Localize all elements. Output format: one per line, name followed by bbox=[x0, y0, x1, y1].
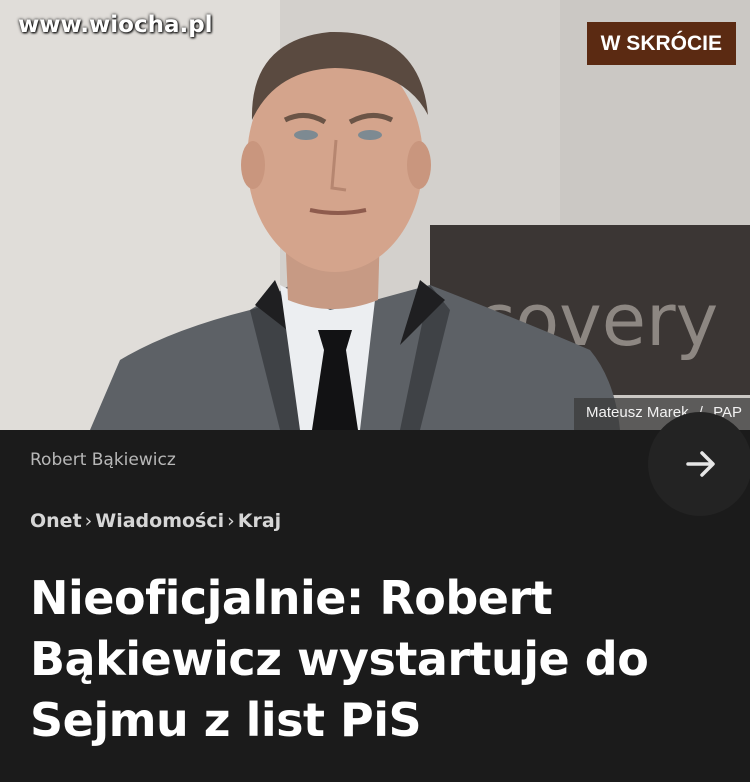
article-photo: scovery www.wiocha.pl W SKRÓCIE Mateusz bbox=[0, 0, 750, 430]
article-headline: Nieoficjalnie: Robert Bąkiewicz wystartu… bbox=[30, 571, 649, 747]
next-article-button[interactable] bbox=[648, 412, 750, 516]
author-name: Robert Bąkiewicz bbox=[30, 450, 176, 470]
breadcrumb-separator: › bbox=[84, 510, 93, 532]
author-row[interactable]: Robert Bąkiewicz bbox=[0, 430, 750, 492]
chevron-right-icon bbox=[686, 451, 715, 477]
breadcrumb-item-kraj[interactable]: Kraj bbox=[238, 510, 281, 532]
watermark-logo: www.wiocha.pl bbox=[18, 12, 213, 38]
breadcrumb-item-wiadomosci[interactable]: Wiadomości bbox=[95, 510, 224, 532]
breadcrumb-item-onet[interactable]: Onet bbox=[30, 510, 82, 532]
in-brief-badge: W SKRÓCIE bbox=[586, 22, 736, 65]
breadcrumb: Onet › Wiadomości › Kraj bbox=[30, 510, 281, 532]
breadcrumb-separator: › bbox=[227, 510, 235, 532]
